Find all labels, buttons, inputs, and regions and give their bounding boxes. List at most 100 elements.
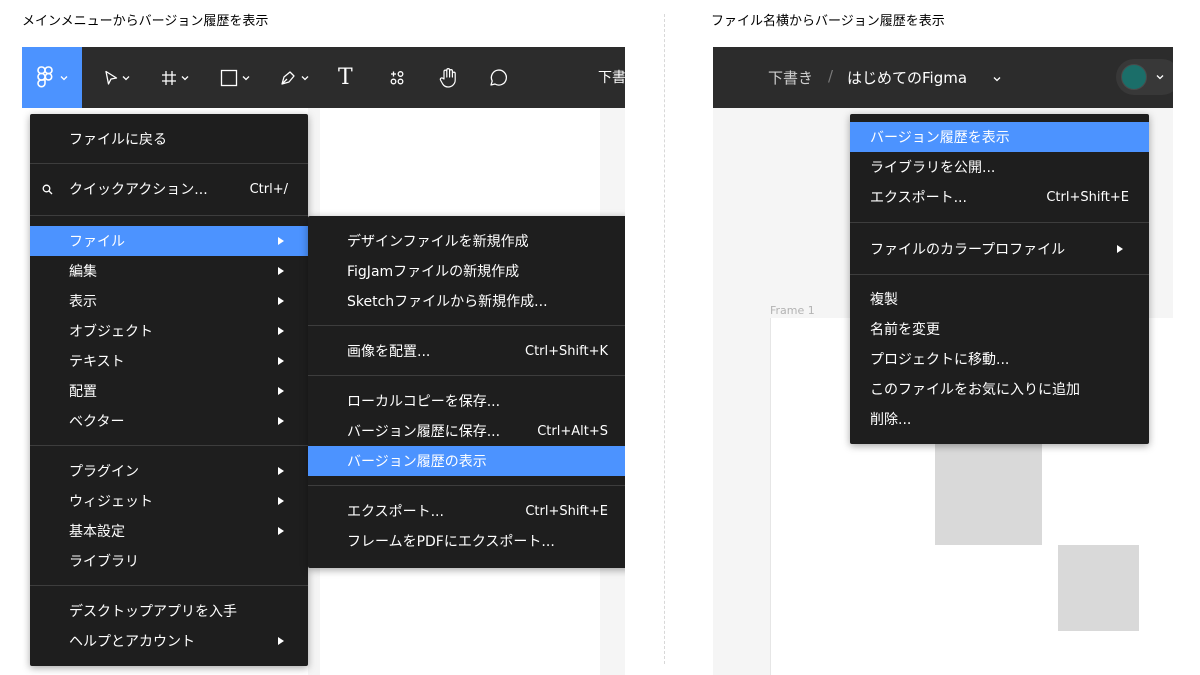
- menu-item-quick-actions[interactable]: クイックアクション... Ctrl+/: [30, 174, 308, 204]
- main-menu: ファイルに戻る クイックアクション... Ctrl+/ ファイル 編集 表示 オ…: [30, 114, 308, 666]
- menu-item-publish-library[interactable]: ライブラリを公開...: [850, 152, 1149, 182]
- menu-item-label: このファイルをお気に入りに追加: [870, 382, 1080, 398]
- menu-item-label: 編集: [69, 264, 97, 280]
- hand-tool-icon: [439, 67, 456, 88]
- chevron-down-icon[interactable]: [993, 76, 1001, 82]
- submenu-arrow-icon: [278, 237, 284, 245]
- chevron-down-icon: [1156, 75, 1164, 80]
- menu-item-move-to-project[interactable]: プロジェクトに移動...: [850, 344, 1149, 374]
- toolbar: T 下書: [22, 47, 625, 108]
- menu-item-label: 表示: [69, 294, 97, 310]
- menu-item-place-image[interactable]: 画像を配置... Ctrl+Shift+K: [308, 336, 625, 366]
- menu-item-delete[interactable]: 削除...: [850, 404, 1149, 434]
- menu-item-widgets[interactable]: ウィジェット: [30, 486, 308, 516]
- menu-item-label: ヘルプとアカウント: [69, 634, 195, 650]
- menu-item-color-profile[interactable]: ファイルのカラープロファイル: [850, 234, 1149, 264]
- menu-item-show-version-history[interactable]: バージョン履歴を表示: [850, 122, 1149, 152]
- frame-label[interactable]: Frame 1: [770, 304, 815, 317]
- toolbar: 下書き / はじめてのFigma: [713, 47, 1173, 108]
- breadcrumb-project[interactable]: 下書き: [768, 67, 813, 88]
- menu-item-arrange[interactable]: 配置: [30, 376, 308, 406]
- menu-item-label: テキスト: [69, 354, 125, 370]
- shape-tool[interactable]: [220, 47, 250, 108]
- resources-icon: [390, 70, 404, 84]
- menu-item-get-desktop-app[interactable]: デスクトップアプリを入手: [30, 596, 308, 626]
- submenu-arrow-icon: [278, 467, 284, 475]
- menu-item-label: デスクトップアプリを入手: [69, 604, 237, 620]
- menu-item-add-to-favorites[interactable]: このファイルをお気に入りに追加: [850, 374, 1149, 404]
- menu-item-edit[interactable]: 編集: [30, 256, 308, 286]
- submenu-arrow-icon: [278, 497, 284, 505]
- comment-tool[interactable]: [488, 47, 508, 108]
- menu-item-new-figjam-file[interactable]: FigJamファイルの新規作成: [308, 256, 625, 286]
- submenu-arrow-icon: [278, 357, 284, 365]
- panel-divider: [664, 14, 665, 664]
- menu-separator: [850, 274, 1149, 275]
- resources-tool[interactable]: [389, 47, 405, 108]
- menu-item-label: プラグイン: [69, 464, 139, 480]
- menu-separator: [308, 485, 625, 486]
- menu-item-rename[interactable]: 名前を変更: [850, 314, 1149, 344]
- menu-item-preferences[interactable]: 基本設定: [30, 516, 308, 546]
- main-menu-button[interactable]: [22, 47, 82, 108]
- menu-item-label: プロジェクトに移動...: [870, 352, 1010, 368]
- pen-tool[interactable]: [279, 47, 309, 108]
- figma-logo-icon: [37, 66, 53, 88]
- menu-item-export[interactable]: エクスポート... Ctrl+Shift+E: [850, 182, 1149, 212]
- menu-item-shortcut: Ctrl+/: [249, 181, 288, 197]
- menu-item-help-account[interactable]: ヘルプとアカウント: [30, 626, 308, 656]
- right-screenshot: Frame 1 下書き / はじめてのFigma バージョン履歴を表示 ライブラ…: [713, 47, 1173, 675]
- menu-item-export-frames-pdf[interactable]: フレームをPDFにエクスポート...: [308, 526, 625, 556]
- menu-item-label: ファイルのカラープロファイル: [870, 242, 1066, 258]
- search-icon: [42, 184, 53, 195]
- menu-item-file[interactable]: ファイル: [30, 226, 308, 256]
- submenu-arrow-icon: [278, 267, 284, 275]
- menu-item-label: 複製: [870, 292, 898, 308]
- canvas-rectangle[interactable]: [1058, 545, 1139, 631]
- menu-item-label: エクスポート...: [347, 504, 444, 520]
- menu-item-label: 基本設定: [69, 524, 125, 540]
- menu-item-label: 名前を変更: [870, 322, 940, 338]
- menu-item-vector[interactable]: ベクター: [30, 406, 308, 436]
- menu-item-label: フレームをPDFにエクスポート...: [347, 534, 555, 550]
- canvas-rectangle[interactable]: [935, 437, 1042, 545]
- breadcrumb-separator: /: [828, 67, 834, 85]
- menu-item-new-from-sketch[interactable]: Sketchファイルから新規作成...: [308, 286, 625, 316]
- menu-item-label: ベクター: [69, 414, 125, 430]
- frame-tool[interactable]: [161, 47, 189, 108]
- menu-separator: [30, 215, 308, 216]
- menu-item-plugins[interactable]: プラグイン: [30, 456, 308, 486]
- text-tool[interactable]: T: [338, 47, 353, 108]
- file-name-button[interactable]: はじめてのFigma: [847, 67, 967, 88]
- move-tool[interactable]: [104, 47, 130, 108]
- menu-item-libraries[interactable]: ライブラリ: [30, 546, 308, 576]
- hand-tool[interactable]: [438, 47, 458, 108]
- menu-item-label: ファイル: [69, 234, 125, 250]
- menu-item-back-to-files[interactable]: ファイルに戻る: [30, 124, 308, 154]
- menu-item-object[interactable]: オブジェクト: [30, 316, 308, 346]
- menu-item-label: バージョン履歴の表示: [347, 454, 487, 470]
- user-menu-button[interactable]: [1116, 59, 1173, 95]
- menu-item-save-to-version-history[interactable]: バージョン履歴に保存... Ctrl+Alt+S: [308, 416, 625, 446]
- menu-item-new-design-file[interactable]: デザインファイルを新規作成: [308, 226, 625, 256]
- menu-item-label: バージョン履歴を表示: [870, 130, 1010, 146]
- menu-item-export[interactable]: エクスポート... Ctrl+Shift+E: [308, 496, 625, 526]
- chevron-down-icon: [181, 75, 189, 80]
- left-screenshot: T 下書 ファイルに戻る クイックアクション... Ctrl+/ ファイル 編集…: [22, 47, 625, 675]
- menu-item-shortcut: Ctrl+Shift+E: [1046, 189, 1129, 205]
- menu-separator: [30, 163, 308, 164]
- menu-item-save-local-copy[interactable]: ローカルコピーを保存...: [308, 386, 625, 416]
- menu-item-view[interactable]: 表示: [30, 286, 308, 316]
- menu-item-shortcut: Ctrl+Alt+S: [537, 423, 608, 439]
- menu-item-show-version-history[interactable]: バージョン履歴の表示: [308, 446, 625, 476]
- menu-item-label: ウィジェット: [69, 494, 153, 510]
- chevron-down-icon: [242, 75, 250, 80]
- chevron-down-icon: [60, 76, 68, 81]
- file-name-menu: バージョン履歴を表示 ライブラリを公開... エクスポート... Ctrl+Sh…: [850, 114, 1149, 444]
- menu-item-text[interactable]: テキスト: [30, 346, 308, 376]
- menu-item-label: ライブラリを公開...: [870, 160, 996, 176]
- shape-tool-icon: [220, 69, 238, 86]
- draft-label[interactable]: 下書: [598, 67, 625, 87]
- menu-item-shortcut: Ctrl+Shift+K: [525, 343, 608, 359]
- menu-item-duplicate[interactable]: 複製: [850, 284, 1149, 314]
